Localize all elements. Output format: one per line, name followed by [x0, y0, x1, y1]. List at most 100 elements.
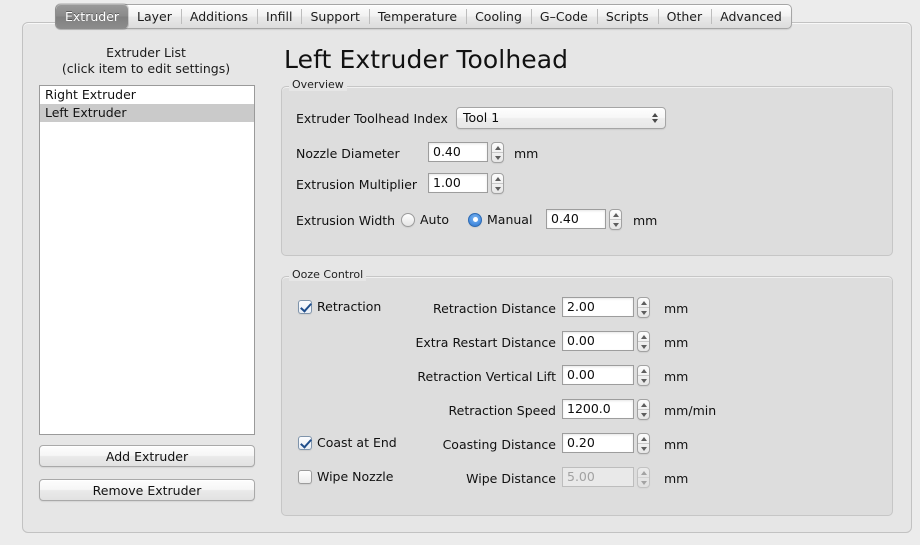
tab-label: G–Code	[539, 9, 588, 24]
tab-support[interactable]: Support	[301, 5, 368, 28]
retraction-distance-label: Retraction Distance	[433, 301, 556, 316]
tab-layer[interactable]: Layer	[128, 5, 181, 28]
retraction-distance-stepper[interactable]	[637, 297, 650, 318]
tab-label: Temperature	[377, 9, 458, 24]
extrusion-width-auto-radio[interactable]: Auto	[401, 212, 449, 227]
stepper-down[interactable]	[638, 307, 649, 317]
stepper-up[interactable]	[610, 210, 621, 219]
extrusion-width-manual-radio[interactable]: Manual	[468, 212, 532, 227]
wipe-distance-input[interactable]: 5.00	[562, 467, 634, 487]
remove-extruder-button[interactable]: Remove Extruder	[39, 479, 255, 501]
stepper-up[interactable]	[492, 174, 503, 183]
extra-restart-distance-stepper[interactable]	[637, 331, 650, 352]
tab-scripts[interactable]: Scripts	[596, 5, 658, 28]
list-item[interactable]: Right Extruder	[40, 86, 254, 104]
retraction-vertical-lift-stepper[interactable]	[637, 365, 650, 386]
nozzle-diameter-unit: mm	[514, 146, 539, 161]
tab-extruder[interactable]: Extruder	[56, 4, 129, 29]
stepper-up[interactable]	[638, 298, 649, 307]
tab-temperature[interactable]: Temperature	[368, 5, 466, 28]
extruder-list-subtitle: (click item to edit settings)	[61, 61, 231, 76]
tab-label: Infill	[266, 9, 293, 24]
wipe-distance-label: Wipe Distance	[466, 471, 556, 486]
stepper-down[interactable]	[638, 409, 649, 419]
nozzle-diameter-label: Nozzle Diameter	[296, 146, 400, 161]
tab-cooling[interactable]: Cooling	[466, 5, 531, 28]
list-item[interactable]: Left Extruder	[40, 104, 254, 122]
add-extruder-label: Add Extruder	[105, 448, 189, 464]
stepper-down[interactable]	[638, 341, 649, 351]
list-item-label: Right Extruder	[45, 87, 136, 102]
extruder-list-heading: Extruder List (click item to edit settin…	[35, 45, 257, 77]
stepper-down[interactable]	[638, 477, 649, 487]
extra-restart-distance-value: 0.00	[567, 333, 595, 348]
extruder-listbox[interactable]: Right Extruder Left Extruder	[39, 85, 255, 435]
tab-label: Additions	[189, 9, 249, 24]
retraction-vertical-lift-value: 0.00	[567, 367, 595, 382]
nozzle-diameter-input[interactable]: 0.40	[428, 142, 488, 162]
retraction-speed-stepper[interactable]	[637, 399, 650, 420]
tab-label: Scripts	[605, 9, 649, 24]
tab-additions[interactable]: Additions	[180, 5, 257, 28]
stepper-up[interactable]	[638, 332, 649, 341]
retraction-vertical-lift-unit: mm	[664, 369, 689, 384]
extra-restart-distance-label: Extra Restart Distance	[415, 335, 556, 350]
extrusion-multiplier-value: 1.00	[433, 175, 461, 190]
stepper-up[interactable]	[638, 366, 649, 375]
nozzle-diameter-value: 0.40	[433, 144, 461, 159]
tab-label: Extruder	[65, 9, 120, 24]
stepper-down[interactable]	[638, 443, 649, 453]
ooze-control-group-label: Ooze Control	[289, 268, 367, 281]
stepper-down[interactable]	[610, 219, 621, 229]
retraction-speed-input[interactable]: 1200.0	[562, 399, 634, 419]
tab-label: Cooling	[475, 9, 522, 24]
stepper-up[interactable]	[638, 434, 649, 443]
checkbox-unchecked-icon	[298, 469, 312, 484]
retraction-vertical-lift-label: Retraction Vertical Lift	[417, 369, 556, 384]
extrusion-width-input[interactable]: 0.40	[546, 209, 606, 229]
wipe-distance-stepper[interactable]	[637, 467, 650, 488]
extrusion-width-label: Extrusion Width	[296, 213, 396, 228]
tab-infill[interactable]: Infill	[257, 5, 301, 28]
retraction-vertical-lift-input[interactable]: 0.00	[562, 365, 634, 385]
tab-bar: Extruder Layer Additions Infill Support …	[55, 4, 792, 29]
list-item-label: Left Extruder	[45, 105, 127, 120]
tab-gcode[interactable]: G–Code	[530, 5, 597, 28]
overview-group-label: Overview	[289, 78, 347, 91]
stepper-up[interactable]	[638, 468, 649, 477]
radio-selected-icon	[468, 212, 482, 227]
coasting-distance-stepper[interactable]	[637, 433, 650, 454]
extrusion-multiplier-label: Extrusion Multiplier	[296, 177, 418, 192]
extrusion-multiplier-input[interactable]: 1.00	[428, 173, 488, 193]
coasting-distance-input[interactable]: 0.20	[562, 433, 634, 453]
retraction-speed-label: Retraction Speed	[448, 403, 557, 418]
stepper-up[interactable]	[492, 143, 503, 152]
application-window: Extruder Layer Additions Infill Support …	[0, 0, 920, 545]
extrusion-width-manual-label: Manual	[487, 212, 533, 227]
stepper-down[interactable]	[638, 375, 649, 385]
extra-restart-distance-unit: mm	[664, 335, 689, 350]
add-extruder-button[interactable]: Add Extruder	[39, 445, 255, 467]
tab-label: Support	[310, 9, 360, 24]
extrusion-width-stepper[interactable]	[609, 209, 622, 230]
tab-other[interactable]: Other	[657, 5, 712, 28]
stepper-down[interactable]	[492, 183, 503, 193]
extruder-list-title: Extruder List	[106, 45, 186, 60]
extrusion-multiplier-stepper[interactable]	[491, 173, 504, 194]
toolhead-index-value: Tool 1	[463, 110, 500, 125]
remove-extruder-label: Remove Extruder	[92, 482, 202, 498]
nozzle-diameter-stepper[interactable]	[491, 142, 504, 163]
retraction-distance-input[interactable]: 2.00	[562, 297, 634, 317]
extra-restart-distance-input[interactable]: 0.00	[562, 331, 634, 351]
tab-label: Advanced	[720, 9, 782, 24]
stepper-down[interactable]	[492, 152, 503, 162]
retraction-distance-unit: mm	[664, 301, 689, 316]
coasting-distance-value: 0.20	[567, 435, 595, 450]
radio-icon	[401, 212, 415, 227]
retraction-speed-unit: mm/min	[664, 403, 717, 418]
tab-advanced[interactable]: Advanced	[711, 5, 791, 28]
stepper-up[interactable]	[638, 400, 649, 409]
toolhead-index-select[interactable]: Tool 1	[456, 107, 666, 129]
coasting-distance-unit: mm	[664, 437, 689, 452]
chevron-updown-icon	[652, 108, 658, 128]
